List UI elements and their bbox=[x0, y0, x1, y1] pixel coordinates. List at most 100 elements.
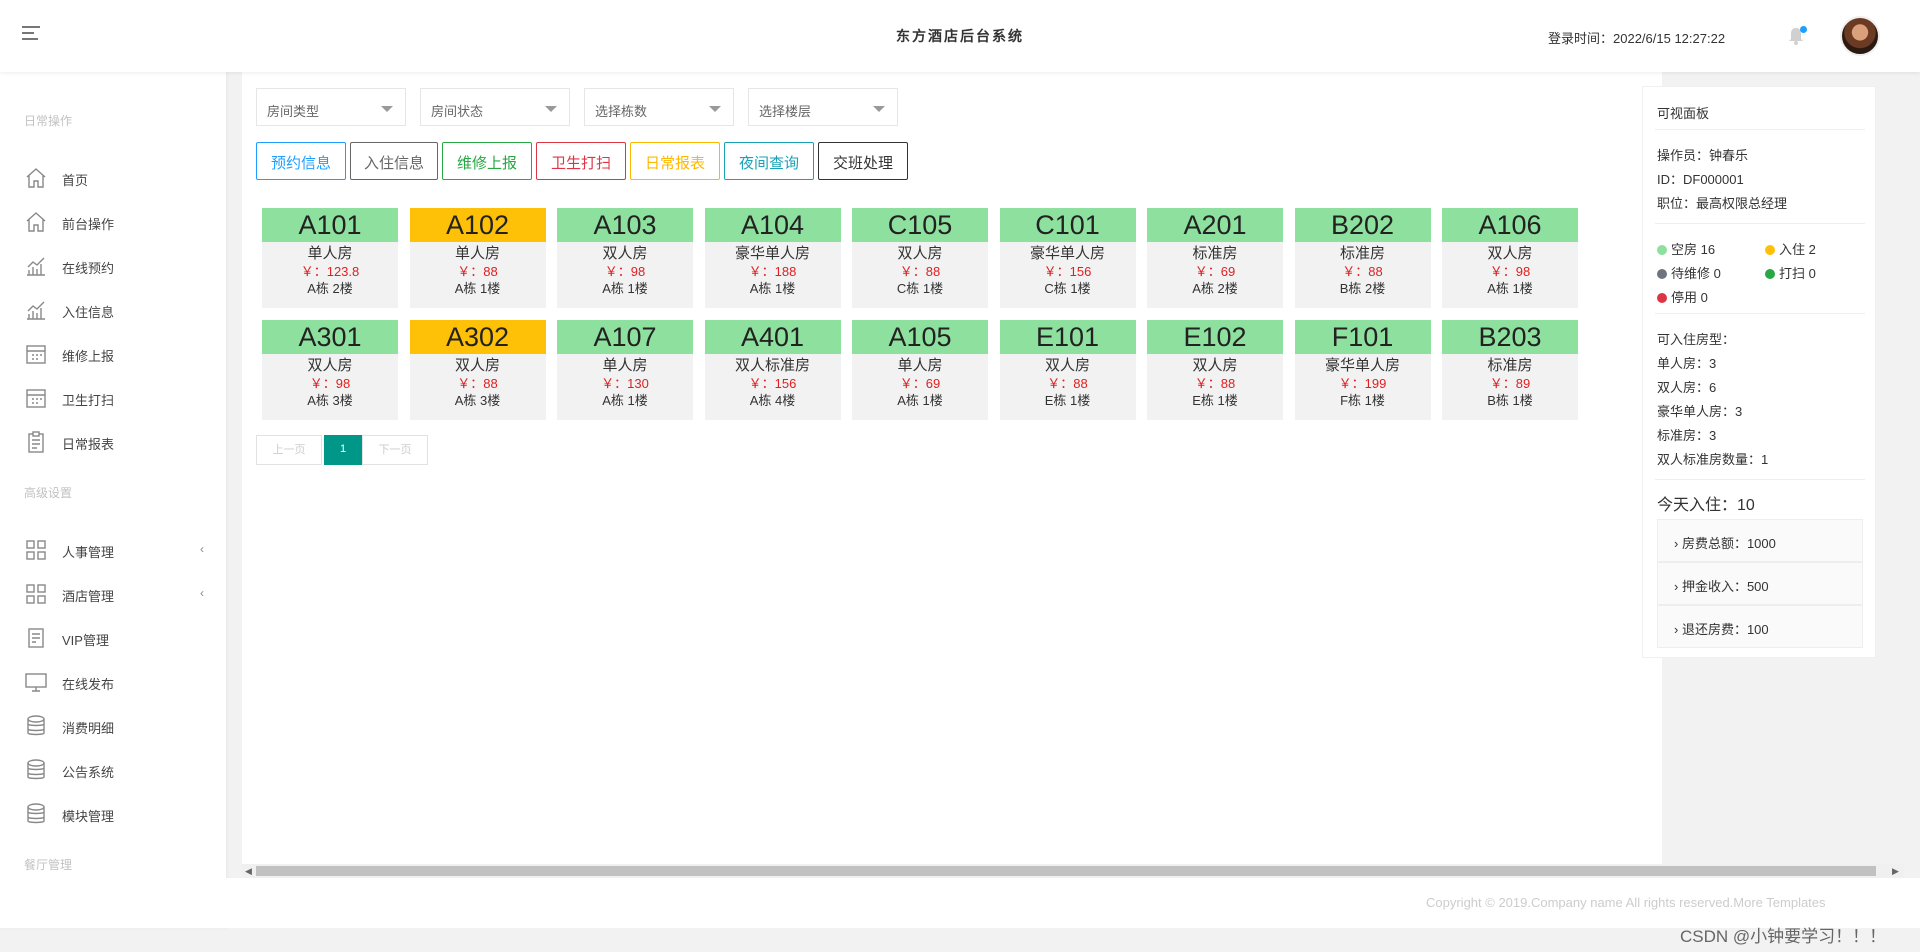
room-card[interactable]: B202 标准房 ￥：88 B栋 2楼 bbox=[1294, 208, 1431, 308]
room-type-select[interactable]: 房间类型 bbox=[256, 88, 406, 126]
room-card[interactable]: C101 豪华单人房 ￥：156 C栋 1楼 bbox=[999, 208, 1136, 308]
action-button[interactable]: 夜间查询 bbox=[724, 142, 814, 180]
next-page-button[interactable]: 下一页 bbox=[362, 435, 428, 465]
sidebar-item[interactable]: 消费明细 bbox=[0, 704, 226, 748]
room-card[interactable]: A103 双人房 ￥：98 A栋 1楼 bbox=[557, 208, 693, 308]
floor-select[interactable]: 选择楼层 bbox=[748, 88, 898, 126]
summary-collapse-item[interactable]: › 押金收入：500 bbox=[1657, 562, 1863, 605]
sidebar-item[interactable]: 公告系统 bbox=[0, 748, 226, 792]
home-icon bbox=[24, 166, 48, 190]
room-card[interactable]: A201 标准房 ￥：69 A栋 2楼 bbox=[1147, 208, 1283, 308]
legend-label: 入住 2 bbox=[1779, 242, 1816, 257]
room-number: C105 bbox=[852, 208, 988, 242]
document-icon bbox=[24, 626, 48, 650]
monitor-icon bbox=[24, 670, 48, 694]
action-button[interactable]: 日常报表 bbox=[630, 142, 720, 180]
action-button[interactable]: 入住信息 bbox=[350, 142, 438, 180]
horizontal-scrollbar[interactable]: ◀ ▶ bbox=[242, 864, 1904, 878]
available-room-type: 标准房：3 bbox=[1657, 428, 1717, 443]
notification-dot bbox=[1800, 26, 1807, 33]
available-room-type: 双人标准房数量：1 bbox=[1657, 452, 1769, 467]
room-card[interactable]: C105 双人房 ￥：88 C栋 1楼 bbox=[852, 208, 988, 308]
sidebar-item-label: 模块管理 bbox=[62, 809, 115, 824]
sidebar-item[interactable]: 酒店管理 ‹ bbox=[0, 572, 226, 616]
room-price: ￥：88 bbox=[1342, 264, 1383, 279]
scroll-right-icon[interactable]: ▶ bbox=[1892, 866, 1899, 877]
room-type: 豪华单人房 bbox=[734, 245, 810, 262]
chevron-down-icon bbox=[709, 106, 721, 112]
sidebar-item[interactable]: 维修上报 bbox=[0, 332, 226, 376]
room-type: 双人房 bbox=[602, 245, 648, 262]
action-button[interactable]: 卫生打扫 bbox=[536, 142, 626, 180]
room-number: A106 bbox=[1442, 208, 1578, 242]
grid-icon bbox=[24, 582, 48, 606]
action-button[interactable]: 交班处理 bbox=[818, 142, 908, 180]
status-legend-item: 空房 16 bbox=[1657, 239, 1715, 258]
today-checkin: 今天入住：10 bbox=[1657, 497, 1755, 514]
sidebar-item[interactable]: 卫生打扫 bbox=[0, 376, 226, 420]
room-type: 单人房 bbox=[602, 357, 648, 374]
summary-collapse-item[interactable]: › 退还房费：100 bbox=[1657, 605, 1863, 648]
calendar-icon bbox=[24, 342, 48, 366]
sidebar-item[interactable]: 模块管理 bbox=[0, 792, 226, 836]
room-card[interactable]: A105 单人房 ￥：69 A栋 1楼 bbox=[852, 320, 988, 420]
room-type: 双人房 bbox=[897, 245, 943, 262]
room-status-select-label: 房间状态 bbox=[431, 104, 484, 119]
room-type: 双人房 bbox=[307, 357, 353, 374]
action-button[interactable]: 维修上报 bbox=[442, 142, 532, 180]
sidebar-item[interactable]: 在线预约 bbox=[0, 244, 226, 288]
summary-collapse-item[interactable]: › 房费总额：1000 bbox=[1657, 519, 1863, 562]
operator-name: 操作员：钟春乐 bbox=[1657, 148, 1749, 163]
available-room-type: 双人房：6 bbox=[1657, 380, 1717, 395]
sidebar-item[interactable]: 前台操作 bbox=[0, 200, 226, 244]
status-dot-icon bbox=[1657, 269, 1667, 279]
avatar[interactable] bbox=[1840, 16, 1880, 56]
building-select[interactable]: 选择栋数 bbox=[584, 88, 734, 126]
room-card[interactable]: A104 豪华单人房 ￥：188 A栋 1楼 bbox=[704, 208, 841, 308]
room-card[interactable]: A401 双人标准房 ￥：156 A栋 4楼 bbox=[704, 320, 841, 420]
sidebar-item-label: 酒店管理 bbox=[62, 589, 115, 604]
room-status-select[interactable]: 房间状态 bbox=[420, 88, 570, 126]
room-card[interactable]: A107 单人房 ￥：130 A栋 1楼 bbox=[557, 320, 693, 420]
panel-divider bbox=[1655, 313, 1865, 314]
room-card[interactable]: E101 双人房 ￥：88 E栋 1楼 bbox=[999, 320, 1136, 420]
room-number: A201 bbox=[1147, 208, 1283, 242]
chevron-right-icon: › bbox=[1674, 579, 1682, 594]
prev-page-button[interactable]: 上一页 bbox=[256, 435, 322, 465]
room-card[interactable]: A101 单人房 ￥：123.8 A栋 2楼 bbox=[262, 208, 398, 308]
room-card[interactable]: A102 单人房 ￥：88 A栋 1楼 bbox=[409, 208, 546, 308]
status-dot-icon bbox=[1765, 269, 1775, 279]
scrollbar-thumb[interactable] bbox=[256, 866, 1876, 876]
room-type: 双人房 bbox=[1487, 245, 1533, 262]
chevron-right-icon: › bbox=[1674, 622, 1682, 637]
room-card[interactable]: A302 双人房 ￥：88 A栋 3楼 bbox=[409, 320, 546, 420]
sidebar-item[interactable]: 首页 bbox=[0, 156, 226, 200]
room-card[interactable]: A106 双人房 ￥：98 A栋 1楼 bbox=[1442, 208, 1578, 308]
sidebar-item[interactable]: 入住信息 bbox=[0, 288, 226, 332]
room-card[interactable]: E102 双人房 ￥：88 E栋 1楼 bbox=[1147, 320, 1283, 420]
room-card[interactable]: A301 双人房 ￥：98 A栋 3楼 bbox=[262, 320, 398, 420]
sidebar-item-label: 首页 bbox=[62, 173, 89, 188]
chart-icon bbox=[24, 298, 48, 322]
scroll-left-icon[interactable]: ◀ bbox=[245, 866, 252, 877]
legend-label: 打扫 0 bbox=[1779, 266, 1816, 281]
room-price: ￥：98 bbox=[309, 376, 351, 391]
room-number: A107 bbox=[557, 320, 693, 354]
room-location: A栋 1楼 bbox=[749, 281, 796, 296]
sidebar-item[interactable]: 在线发布 bbox=[0, 660, 226, 704]
room-location: A栋 1楼 bbox=[602, 281, 648, 296]
room-number: E102 bbox=[1147, 320, 1283, 354]
action-button[interactable]: 预约信息 bbox=[256, 142, 346, 180]
room-card[interactable]: B203 标准房 ￥：89 B栋 1楼 bbox=[1442, 320, 1578, 420]
status-legend-item: 停用 0 bbox=[1657, 287, 1708, 306]
sidebar-item[interactable]: 日常报表 bbox=[0, 420, 226, 464]
page-1-button[interactable]: 1 bbox=[324, 435, 362, 465]
room-card[interactable]: F101 豪华单人房 ￥：199 F栋 1楼 bbox=[1294, 320, 1431, 420]
clipboard-icon bbox=[24, 430, 48, 454]
room-number: B202 bbox=[1294, 208, 1431, 242]
sidebar-item[interactable]: 人事管理 ‹ bbox=[0, 528, 226, 572]
sidebar-item[interactable]: VIP管理 bbox=[0, 616, 226, 660]
room-type: 豪华单人房 bbox=[1029, 245, 1105, 262]
room-type-select-label: 房间类型 bbox=[267, 104, 320, 119]
room-location: C栋 1楼 bbox=[896, 281, 944, 296]
